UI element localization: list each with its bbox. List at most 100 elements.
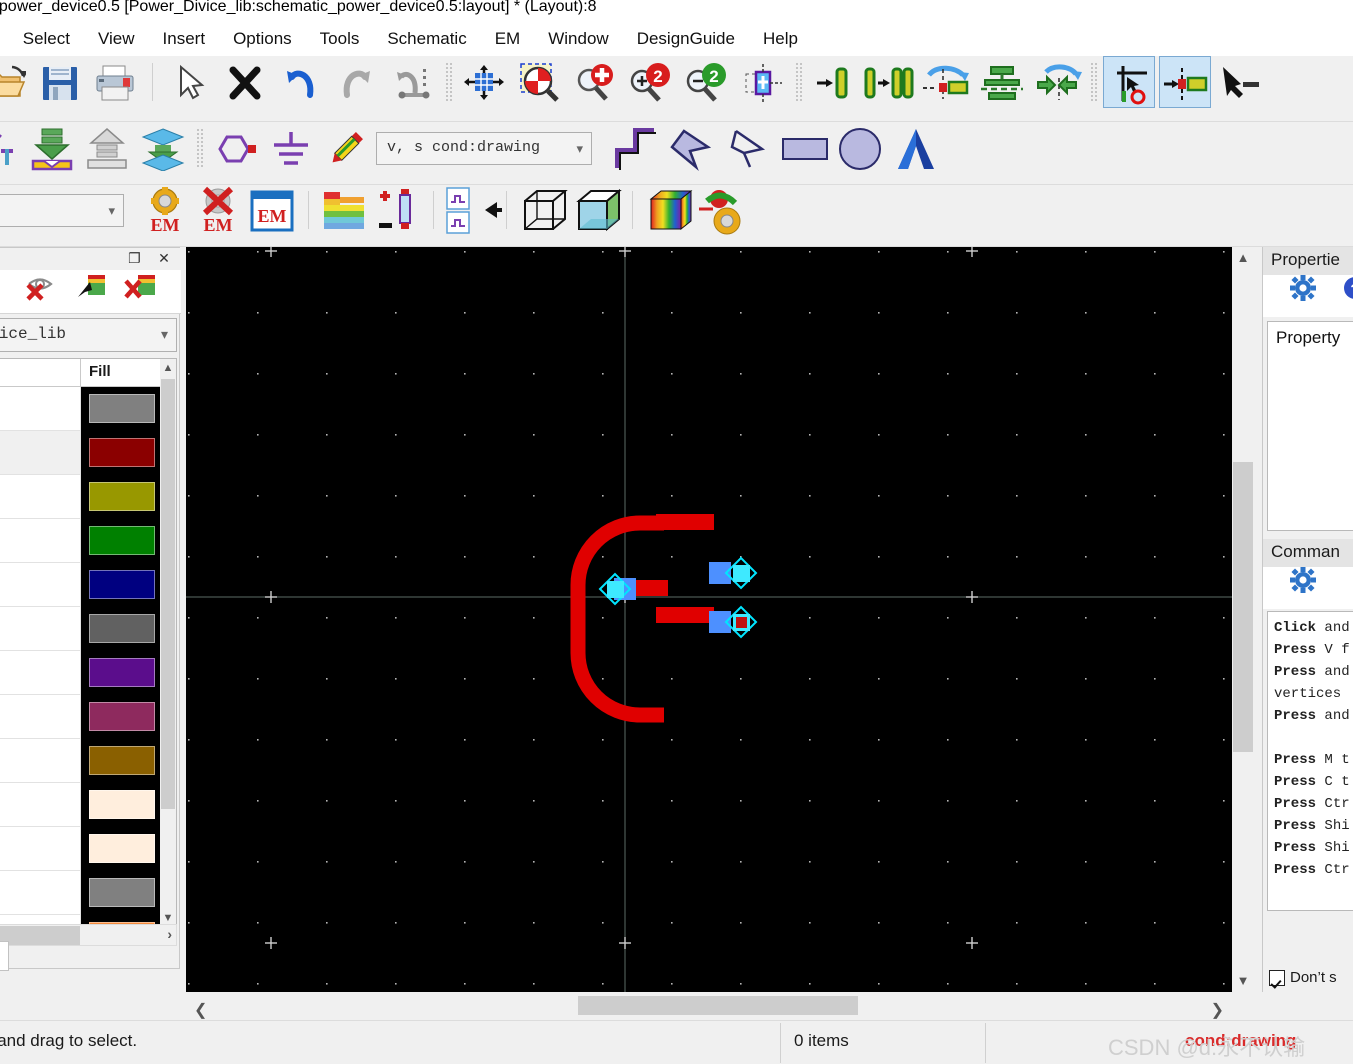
toolbar-grip[interactable] [444,62,452,102]
layer-fill-cell[interactable] [81,827,162,871]
gear-icon[interactable] [1279,567,1327,607]
menu-item-tools[interactable]: Tools [306,27,374,51]
menu-item-insert[interactable]: Insert [149,27,220,51]
scroll-thumb[interactable] [1233,462,1253,752]
scroll-thumb[interactable] [161,379,175,809]
menu-item-edit[interactable]: t [0,27,9,51]
text-A-icon[interactable] [890,122,942,174]
zoom-in-icon[interactable] [570,56,622,108]
layer-row[interactable]: 2 [0,651,162,695]
layer-fill-cell[interactable] [81,739,162,783]
waveform-icon[interactable]: R= [0,122,22,174]
redo-icon[interactable] [330,56,382,108]
layer-fill-swatch[interactable] [89,834,155,863]
pin-snap-icon[interactable] [1159,56,1211,108]
layer-row[interactable] [0,475,162,519]
scroll-up-icon[interactable]: ▲ [160,359,176,377]
scroll-right-icon[interactable]: › [167,926,172,942]
select-arrow-icon[interactable] [164,56,216,108]
toolbar-grip[interactable] [195,128,203,168]
save-icon[interactable] [34,56,86,108]
hide-all-layers-icon[interactable] [19,272,65,312]
layout-canvas[interactable] [186,247,1232,992]
scroll-right-icon[interactable]: ❯ [1211,1000,1224,1020]
scroll-left-icon[interactable]: ❮ [194,1000,207,1020]
rectangle-icon[interactable] [779,122,831,174]
wire-pencil-icon[interactable] [320,122,372,174]
layers-table-vscrollbar[interactable]: ▲ ▼ [160,359,176,925]
layer-fill-cell[interactable] [81,387,162,431]
layer-fill-swatch[interactable] [89,614,155,643]
gear-icon[interactable] [1279,275,1327,315]
layer-row[interactable]: d [0,739,162,783]
layer-select-combo[interactable]: v, s cond:drawing ▾ [376,131,592,165]
scroll-thumb[interactable] [0,926,80,945]
layer-fill-cell[interactable] [81,563,162,607]
layer-fill-cell[interactable] [81,519,162,563]
layer-fill-swatch[interactable] [89,482,155,511]
substrate-icon[interactable] [319,185,369,235]
checkbox-box[interactable] [1269,969,1285,986]
open-folder-icon[interactable] [0,56,30,108]
em-stop-icon[interactable]: EM [193,185,243,235]
layer-row[interactable] [0,783,162,827]
add-port-icon[interactable] [373,185,423,235]
menu-item-schematic[interactable]: Schematic [373,27,480,51]
undo-arrow-grid-icon[interactable] [386,56,438,108]
component-icon[interactable] [209,122,261,174]
layer-row[interactable]: p [0,827,162,871]
menu-item-view[interactable]: View [84,27,149,51]
library-select-combo[interactable]: ower_Divice_lib ▾ [0,318,177,352]
toolbar3-left-combo[interactable]: ▾ [0,193,124,227]
em-setup-icon[interactable]: EM [140,185,190,235]
solid-3d-icon[interactable] [571,185,622,235]
delete-x-icon[interactable] [219,56,271,108]
pin-cross-icon[interactable] [1103,56,1156,108]
em-cosim-icon[interactable] [697,185,747,235]
layer-row[interactable]: op [0,387,162,431]
layer-row[interactable]: ottom [0,607,162,651]
polyline-icon[interactable] [723,122,775,174]
close-icon[interactable]: ✕ [151,250,177,267]
menu-item-help[interactable]: Help [749,27,812,51]
schematic-layout-icon[interactable] [445,185,502,235]
layer-fill-cell[interactable] [81,783,162,827]
layer-row[interactable] [0,519,162,563]
scroll-up-icon[interactable]: ▲ [1232,247,1254,269]
menu-item-options[interactable]: Options [219,27,306,51]
pin-extra-icon[interactable] [1215,56,1267,108]
select-layer-icon[interactable] [69,272,115,312]
menu-item-designguide[interactable]: DesignGuide [623,27,749,51]
layer-fill-swatch[interactable] [89,658,155,687]
layer-fill-cell[interactable] [81,607,162,651]
print-icon[interactable] [89,56,141,108]
insert-pin-icon[interactable] [809,56,861,108]
path-step-icon[interactable] [612,122,664,174]
layer-row[interactable] [0,871,162,915]
circle-icon[interactable] [834,122,886,174]
layer-fill-swatch[interactable] [89,394,155,423]
layer-fill-swatch[interactable] [89,570,155,599]
layer-fill-swatch[interactable] [89,526,155,555]
menu-item-select[interactable]: Select [9,27,84,51]
ground-icon[interactable] [265,122,317,174]
layer-fill-swatch[interactable] [89,702,155,731]
zoom-in-2x-icon[interactable]: 2 [625,56,677,108]
zoom-selection-icon[interactable] [736,56,788,108]
zoom-out-2x-icon[interactable]: 2 [681,56,733,108]
layer-row[interactable] [0,563,162,607]
em-box-icon[interactable]: EM [247,185,297,235]
layer-fill-cell[interactable] [81,695,162,739]
zoom-area-icon[interactable] [514,56,566,108]
align-pins-icon[interactable] [976,56,1028,108]
insert-pins-icon[interactable] [864,56,916,108]
move-pin-icon[interactable] [1031,56,1083,108]
undo-icon[interactable] [275,56,327,108]
layer-fill-cell[interactable] [81,475,162,519]
layer-fill-swatch[interactable] [89,790,155,819]
push-into-icon[interactable] [26,122,78,174]
layer-fill-swatch[interactable] [89,878,155,907]
scroll-thumb[interactable] [578,996,858,1015]
dont-show-checkbox[interactable]: Don’t s [1269,969,1337,986]
canvas-vscrollbar[interactable]: ▲ ▼ [1232,247,1254,992]
